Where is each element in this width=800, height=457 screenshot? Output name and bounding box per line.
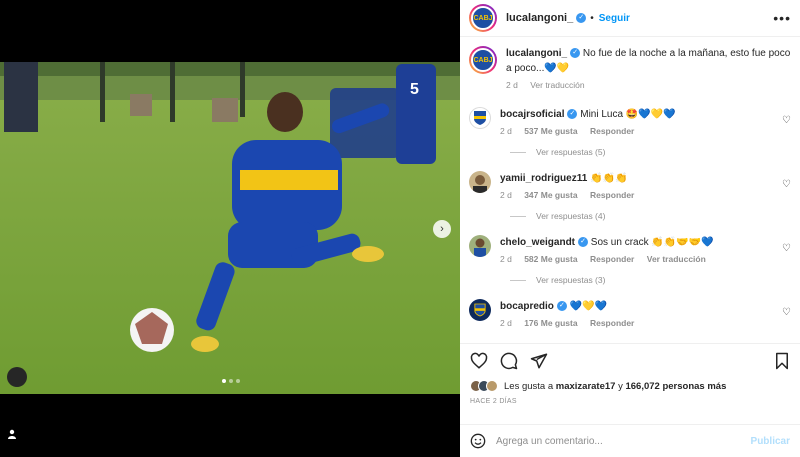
person-icon: [8, 429, 16, 439]
comment-likes[interactable]: 582 Me gusta: [524, 254, 577, 264]
verified-badge-icon: ✓: [578, 237, 589, 248]
comment-text: 👏👏👏: [590, 173, 628, 184]
comment-item: bocapredio ✓ 💙💛💙 2 d 176 Me gusta Respond…: [469, 299, 791, 331]
boca-crest-icon: [474, 111, 486, 125]
view-replies-link[interactable]: Ver respuestas (4): [510, 211, 791, 221]
comment-text: Sos un crack 👏👏🤝🤝💙: [590, 237, 714, 248]
verified-badge-icon: ✓: [556, 301, 567, 312]
likes-text: Les gusta a maxizarate17 y 166,072 perso…: [504, 381, 726, 392]
boca-crest-icon: [474, 303, 486, 317]
reply-button[interactable]: Responder: [590, 190, 634, 200]
liker-avatar: [486, 380, 498, 392]
like-heart-icon[interactable]: [470, 352, 488, 370]
author-avatar-image: CABJ: [471, 48, 495, 72]
commenter-avatar[interactable]: [469, 107, 491, 129]
commenter-username[interactable]: bocajrsoficial: [500, 109, 564, 120]
comment-item: chelo_weigandt ✓ Sos un crack 👏👏🤝🤝💙 2 d 5…: [469, 235, 791, 267]
avatar-photo: [474, 238, 486, 257]
publish-button[interactable]: Publicar: [751, 436, 790, 447]
comment-age[interactable]: 2 d: [500, 254, 512, 264]
post-photo[interactable]: 5 ›: [0, 0, 460, 457]
verified-badge-icon: ✓: [576, 13, 587, 23]
post-header: CABJ lucalangoni_ ✓ • Seguir •••: [460, 0, 800, 37]
comment-text: Mini Luca 🤩💙💛💙: [580, 109, 676, 120]
comment-icon[interactable]: [500, 352, 518, 370]
bookmark-icon[interactable]: [774, 352, 790, 370]
reply-button[interactable]: Responder: [590, 126, 634, 136]
comment-likes[interactable]: 347 Me gusta: [524, 190, 577, 200]
like-comment-heart-icon[interactable]: ♡: [782, 243, 791, 254]
carousel-dot: [236, 379, 240, 383]
verified-badge-icon: ✓: [567, 109, 578, 120]
commenter-avatar[interactable]: [469, 171, 491, 193]
reply-button[interactable]: Responder: [590, 318, 634, 328]
comment-item: yamii_rodriguez11 👏👏👏 2 d 347 Me gusta R…: [469, 171, 791, 203]
like-comment-heart-icon[interactable]: ♡: [782, 307, 791, 318]
view-replies-link[interactable]: Ver respuestas (3): [510, 275, 791, 285]
comment-age[interactable]: 2 d: [500, 190, 512, 200]
carousel-dot: [222, 379, 226, 383]
follow-button[interactable]: Seguir: [599, 13, 630, 24]
comment-likes[interactable]: 537 Me gusta: [524, 126, 577, 136]
like-comment-heart-icon[interactable]: ♡: [782, 115, 791, 126]
likes-connector: y: [618, 380, 623, 392]
author-avatar[interactable]: CABJ: [469, 4, 497, 32]
next-photo-button[interactable]: ›: [433, 220, 451, 238]
view-replies-link[interactable]: Ver respuestas (5): [510, 147, 791, 157]
post-side-panel: CABJ lucalangoni_ ✓ • Seguir ••• CABJ lu…: [460, 0, 800, 457]
avatar-photo: [473, 175, 487, 193]
likes-summary[interactable]: Les gusta a maxizarate17 y 166,072 perso…: [470, 380, 790, 392]
share-icon[interactable]: [530, 352, 548, 370]
comment-text: 💙💛💙: [569, 301, 608, 312]
caption-age[interactable]: 2 d: [506, 80, 518, 90]
likes-prefix: Les gusta a: [504, 380, 554, 392]
verified-badge-icon: ✓: [570, 48, 581, 59]
see-translation-link[interactable]: Ver traducción: [647, 254, 706, 264]
like-comment-heart-icon[interactable]: ♡: [782, 179, 791, 190]
author-avatar-image: CABJ: [471, 6, 495, 30]
instagram-post-modal: 5 › CABJ lucalangoni_ ✓ • Seguir ••• CAB…: [0, 0, 800, 457]
commenter-username[interactable]: yamii_rodriguez11: [500, 173, 587, 184]
author-avatar[interactable]: CABJ: [469, 46, 497, 74]
carousel-dots: [222, 379, 240, 383]
separator-dot: •: [590, 12, 594, 24]
tagged-users-button[interactable]: [7, 367, 27, 439]
likes-count[interactable]: 166,072 personas más: [625, 381, 726, 392]
comment-input[interactable]: Agrega un comentario...: [496, 436, 603, 447]
carousel-dot: [229, 379, 233, 383]
comment-item: bocajrsoficial ✓ Mini Luca 🤩💙💛💙 2 d 537 M…: [469, 107, 791, 139]
caption-username[interactable]: lucalangoni_: [506, 48, 567, 59]
author-username[interactable]: lucalangoni_: [506, 12, 573, 24]
reply-button[interactable]: Responder: [590, 254, 634, 264]
post-actions: Les gusta a maxizarate17 y 166,072 perso…: [460, 343, 800, 405]
liker-username[interactable]: maxizarate17: [556, 381, 616, 392]
add-comment-bar: Agrega un comentario... Publicar: [460, 424, 800, 457]
commenter-username[interactable]: chelo_weigandt: [500, 237, 575, 248]
commenter-username[interactable]: bocapredio: [500, 301, 554, 312]
see-translation-link[interactable]: Ver traducción: [530, 80, 584, 90]
commenter-avatar[interactable]: [469, 299, 491, 321]
comment-age[interactable]: 2 d: [500, 318, 512, 328]
caption: CABJ lucalangoni_ ✓ No fue de la noche a …: [469, 46, 791, 93]
comment-likes[interactable]: 176 Me gusta: [524, 318, 577, 328]
post-time-ago[interactable]: HACE 2 DÍAS: [470, 398, 790, 405]
photo-image: 5: [0, 62, 460, 394]
commenter-avatar[interactable]: [469, 235, 491, 257]
comments-list[interactable]: CABJ lucalangoni_ ✓ No fue de la noche a …: [460, 38, 800, 343]
emoji-icon[interactable]: [470, 433, 486, 449]
more-options-icon[interactable]: •••: [773, 10, 791, 26]
comment-age[interactable]: 2 d: [500, 126, 512, 136]
svg-text:5: 5: [410, 81, 419, 98]
